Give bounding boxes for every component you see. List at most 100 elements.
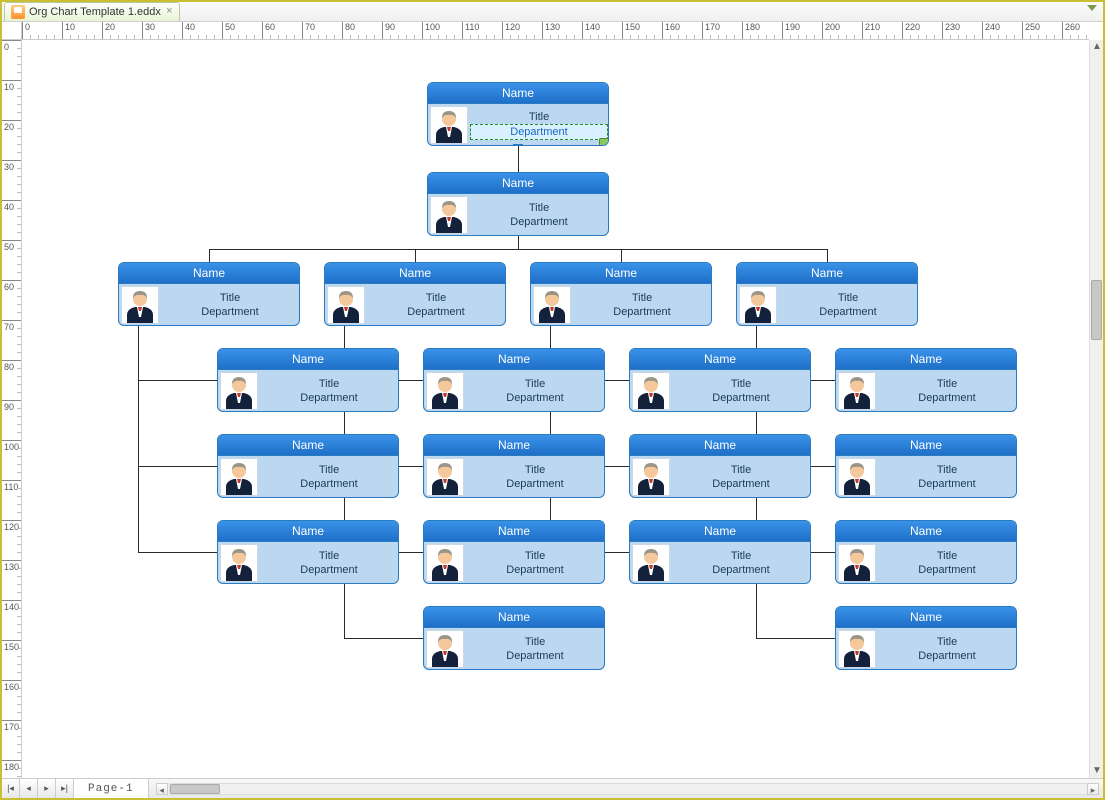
- org-node[interactable]: NameTitleDepartment: [835, 348, 1017, 412]
- resize-handle-icon[interactable]: [599, 138, 609, 146]
- org-node-title: Title: [466, 377, 604, 391]
- org-node-name: Name: [836, 521, 1016, 542]
- org-node-department: Department: [260, 563, 398, 577]
- org-node-name: Name: [424, 349, 604, 370]
- org-node-department: Department: [672, 563, 810, 577]
- org-node[interactable]: NameTitleDepartment: [835, 606, 1017, 670]
- org-node-title: Title: [779, 291, 917, 305]
- org-node-title: Title: [161, 291, 299, 305]
- org-node-name: Name: [836, 607, 1016, 628]
- org-node-department: Department: [672, 391, 810, 405]
- org-node-title: Title: [573, 291, 711, 305]
- org-node-info: TitleDepartment: [260, 542, 398, 584]
- page-next-button[interactable]: ▸: [38, 779, 56, 798]
- vertical-scrollbar[interactable]: ▲ ▼: [1089, 40, 1103, 778]
- org-node-title: Title: [672, 549, 810, 563]
- org-node-name: Name: [630, 349, 810, 370]
- scroll-left-icon[interactable]: ◂: [156, 783, 168, 795]
- org-node-name: Name: [218, 521, 398, 542]
- ruler-corner: [2, 22, 22, 40]
- org-node[interactable]: NameTitleDepartment: [423, 606, 605, 670]
- tab-dropdown-icon[interactable]: [1087, 5, 1097, 11]
- close-tab-icon[interactable]: ×: [164, 6, 175, 17]
- org-node-photo: [430, 106, 468, 144]
- org-node[interactable]: NameTitleDepartment: [217, 520, 399, 584]
- org-node-department: Department: [470, 215, 608, 229]
- org-node-info: TitleDepartment: [260, 456, 398, 498]
- org-node[interactable]: NameTitleDepartment: [629, 434, 811, 498]
- person-icon: [222, 373, 256, 409]
- org-node[interactable]: NameTitleDepartment: [835, 520, 1017, 584]
- org-node-department: Department: [260, 391, 398, 405]
- canvas[interactable]: NameTitleDepartmentNameTitleDepartmentNa…: [22, 40, 1089, 778]
- org-node[interactable]: NameTitleDepartment: [217, 434, 399, 498]
- org-node[interactable]: NameTitleDepartment: [423, 520, 605, 584]
- horizontal-ruler[interactable]: 0102030405060708090100110120130140150160…: [22, 22, 1089, 40]
- scroll-right-icon[interactable]: ▸: [1087, 783, 1099, 795]
- person-icon: [428, 545, 462, 581]
- person-icon: [840, 545, 874, 581]
- org-node-photo: [838, 458, 876, 496]
- person-icon: [432, 107, 466, 143]
- org-node[interactable]: NameTitleDepartment: [423, 348, 605, 412]
- org-node-title: Title: [672, 463, 810, 477]
- page-prev-button[interactable]: ◂: [20, 779, 38, 798]
- person-icon: [428, 373, 462, 409]
- org-node-name: Name: [119, 263, 299, 284]
- org-node-info: TitleDepartment: [470, 104, 608, 146]
- org-node-title: Title: [672, 377, 810, 391]
- org-node-title: Title: [878, 549, 1016, 563]
- org-node-info: TitleDepartment: [878, 370, 1016, 412]
- org-node-info: TitleDepartment: [878, 628, 1016, 670]
- org-node[interactable]: NameTitleDepartment: [423, 434, 605, 498]
- bottom-bar: |◂ ◂ ▸ ▸| Page-1 ◂ ▸: [2, 778, 1103, 798]
- person-icon: [222, 545, 256, 581]
- org-node-photo: [220, 458, 258, 496]
- person-icon: [634, 459, 668, 495]
- scroll-down-icon[interactable]: ▼: [1092, 765, 1102, 777]
- org-node-photo: [430, 196, 468, 234]
- org-node-info: TitleDepartment: [466, 628, 604, 670]
- person-icon: [634, 373, 668, 409]
- org-node-title: Title: [466, 549, 604, 563]
- person-icon: [741, 287, 775, 323]
- page-first-button[interactable]: |◂: [2, 779, 20, 798]
- org-node[interactable]: NameTitleDepartment: [324, 262, 506, 326]
- org-node-info: TitleDepartment: [878, 456, 1016, 498]
- org-node[interactable]: NameTitleDepartment: [118, 262, 300, 326]
- org-node-info: TitleDepartment: [260, 370, 398, 412]
- person-icon: [840, 459, 874, 495]
- horizontal-scroll-thumb[interactable]: [170, 784, 220, 794]
- vertical-scroll-thumb[interactable]: [1091, 280, 1102, 340]
- org-node-name: Name: [630, 521, 810, 542]
- vertical-ruler[interactable]: 0102030405060708090100110120130140150160…: [2, 40, 22, 778]
- document-tab[interactable]: Org Chart Template 1.eddx ×: [4, 2, 180, 21]
- scroll-up-icon[interactable]: ▲: [1092, 41, 1102, 53]
- org-node-name: Name: [531, 263, 711, 284]
- canvas-area[interactable]: NameTitleDepartmentNameTitleDepartmentNa…: [22, 40, 1089, 778]
- org-node-title: Title: [466, 635, 604, 649]
- org-node-name: Name: [836, 435, 1016, 456]
- org-node[interactable]: Name TitleDepartment: [629, 348, 811, 412]
- org-node-department[interactable]: Department: [470, 124, 608, 140]
- page-last-button[interactable]: ▸|: [56, 779, 74, 798]
- org-node[interactable]: NameTitleDepartment: [736, 262, 918, 326]
- app-frame: Org Chart Template 1.eddx × 010203040506…: [0, 0, 1105, 800]
- org-node[interactable]: NameTitleDepartment: [427, 172, 609, 236]
- org-node-title: Title: [466, 463, 604, 477]
- org-node[interactable]: NameTitleDepartment: [530, 262, 712, 326]
- org-node[interactable]: NameTitleDepartment: [427, 82, 609, 146]
- page-tab-label: Page-1: [88, 783, 134, 795]
- org-node-info: TitleDepartment: [367, 284, 505, 326]
- org-node[interactable]: Name TitleDepartment: [629, 520, 811, 584]
- org-node[interactable]: NameTitleDepartment: [217, 348, 399, 412]
- person-icon: [535, 287, 569, 323]
- page-tab[interactable]: Page-1: [74, 779, 149, 798]
- org-node-department: Department: [878, 391, 1016, 405]
- org-node-photo: [426, 372, 464, 410]
- org-node[interactable]: NameTitleDepartment: [835, 434, 1017, 498]
- org-node-photo: [426, 544, 464, 582]
- horizontal-scrollbar[interactable]: ◂ ▸: [169, 783, 1099, 795]
- org-node-department: Department: [672, 477, 810, 491]
- org-node-title: Title: [470, 201, 608, 215]
